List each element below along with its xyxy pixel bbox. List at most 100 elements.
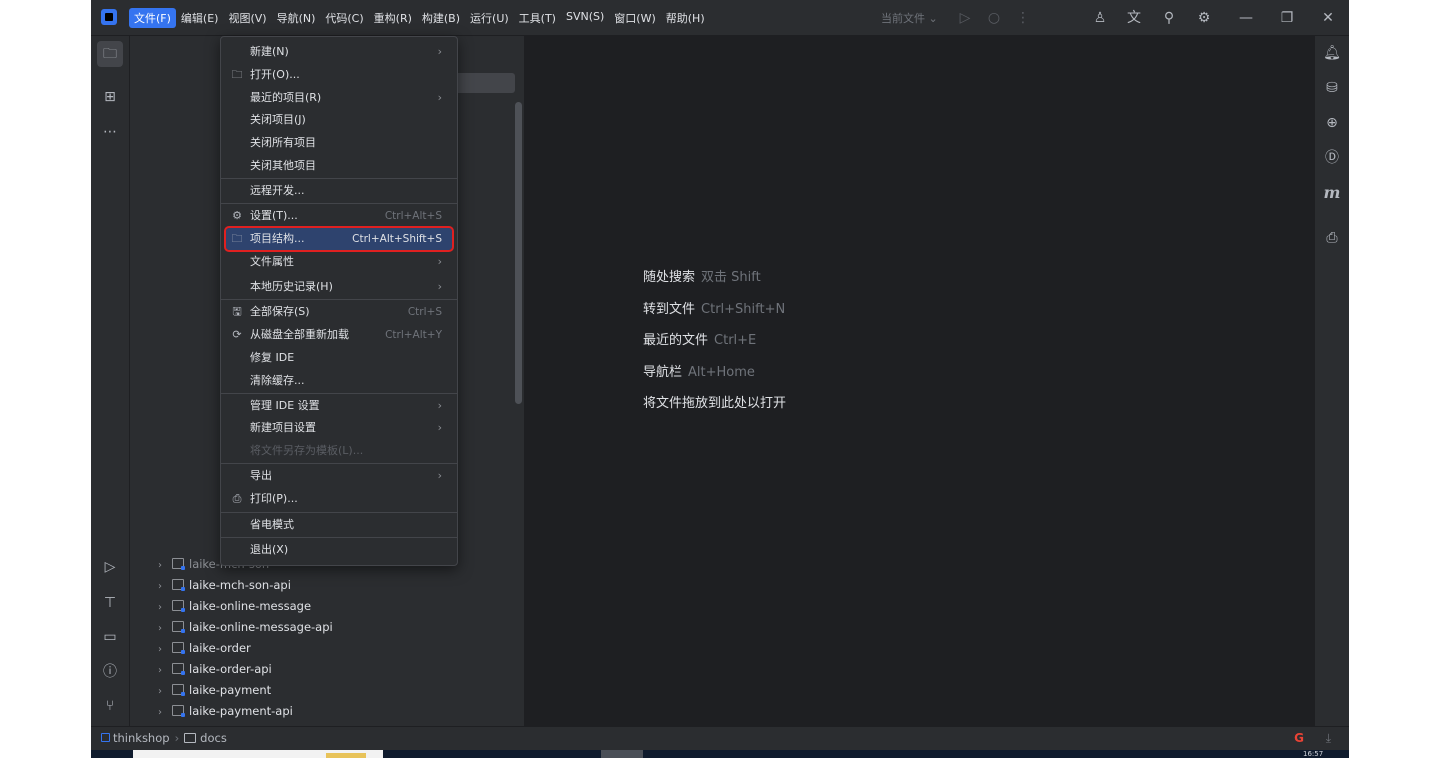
hint-shortcut: 双击 Shift — [701, 270, 761, 285]
file-menu-item[interactable]: 关闭项目(J) — [226, 109, 452, 131]
hint-label: 导航栏 — [643, 364, 683, 380]
more-icon[interactable]: ⋯ — [100, 122, 120, 142]
bookmark-icon[interactable]: ⎙ — [1323, 229, 1341, 247]
file-menu-item[interactable]: 导出 › — [226, 465, 452, 487]
file-menu-item[interactable]: 新建项目设置 › — [226, 417, 452, 439]
chevron-right-icon: › — [437, 45, 442, 58]
breadcrumb-folder[interactable]: docs — [200, 731, 227, 745]
run-icon[interactable]: ▷ — [956, 9, 974, 27]
tree-row[interactable]: › laike-online-message-api — [158, 617, 333, 637]
menu-item[interactable]: 构建(B) — [417, 8, 465, 28]
main-menu-bar: 文件(F) 编辑(E) 视图(V) 导航(N) 代码(C) 重构(R) 构建(B) 运行(U)… — [129, 8, 710, 28]
breadcrumb-project[interactable]: thinkshop — [113, 731, 170, 745]
file-menu-item[interactable]: 🗀 打开(O)... — [226, 64, 452, 86]
minimize-icon[interactable]: — — [1237, 9, 1255, 27]
file-menu-item[interactable]: 最近的项目(R) › — [226, 87, 452, 109]
download-icon[interactable]: ⤓ — [1326, 731, 1331, 746]
menu-item[interactable]: 代码(C) — [320, 8, 368, 28]
file-menu-item[interactable]: 新建(N) › — [226, 41, 452, 63]
file-menu-item[interactable]: ⚙ 设置(T)... Ctrl+Alt+S — [226, 205, 452, 227]
file-menu-item[interactable]: 远程开发... — [226, 180, 452, 202]
project-folder-icon[interactable]: 🗀 — [97, 41, 123, 67]
settings-gear-icon[interactable]: ⚙ — [1195, 9, 1213, 27]
translate-icon[interactable]: 文 — [1125, 9, 1143, 27]
file-menu-item[interactable]: 清除缓存... — [226, 370, 452, 392]
database-icon[interactable]: ⛁ — [1323, 79, 1341, 97]
file-menu-item[interactable]: ⟳ 从磁盘全部重新加载 Ctrl+Alt+Y — [226, 324, 452, 346]
tree-row[interactable]: › laike-payment — [158, 680, 271, 700]
intellij-logo-icon[interactable] — [101, 9, 117, 25]
taskbar-button[interactable] — [601, 750, 643, 758]
chevron-right-icon[interactable]: › — [158, 661, 172, 681]
file-menu-item[interactable]: 修复 IDE — [226, 347, 452, 369]
menu-item[interactable]: SVN(S) — [561, 8, 609, 28]
tree-row[interactable]: › laike-order — [158, 638, 251, 658]
menu-item[interactable]: 视图(V) — [223, 8, 271, 28]
file-menu-item[interactable]: 退出(X) — [226, 539, 452, 561]
file-menu-item[interactable]: 关闭其他项目 — [226, 155, 452, 177]
file-menu-item[interactable]: 本地历史记录(H) › — [226, 276, 452, 298]
tree-row[interactable]: › laike-online-message — [158, 596, 311, 616]
close-icon[interactable]: ✕ — [1319, 9, 1337, 27]
tree-row-label: laike-online-message — [189, 599, 312, 613]
menu-item[interactable]: 运行(U) — [465, 8, 514, 28]
restore-icon[interactable]: ❐ — [1278, 9, 1296, 27]
file-menu-item[interactable]: 管理 IDE 设置 › — [226, 395, 452, 417]
maven-icon[interactable]: m — [1323, 184, 1341, 202]
git-icon[interactable]: ⑂ — [100, 696, 120, 716]
menu-item-label: 最近的项目(R) — [250, 91, 322, 104]
menu-item-label: 远程开发... — [250, 184, 305, 197]
build-icon[interactable]: ⊤ — [100, 593, 120, 613]
file-menu-item: 将文件另存为模板(L)... — [226, 440, 452, 462]
file-menu-item[interactable]: ⎙ 打印(P)... — [226, 488, 452, 510]
tree-row[interactable]: › laike-payment-api — [158, 701, 293, 721]
menu-item-label: 从磁盘全部重新加载 — [250, 328, 349, 341]
web-icon[interactable]: ⊕ — [1323, 114, 1341, 132]
more-actions-icon[interactable]: ⋮ — [1014, 9, 1032, 27]
file-menu-item[interactable]: 🖫 全部保存(S) Ctrl+S — [226, 301, 452, 323]
right-tool-strip: 🔔︎ ⛁ ⊕ Ⓓ m ⎙ — [1314, 36, 1349, 726]
menu-item-label: 关闭项目(J) — [250, 113, 306, 126]
hint-shortcut: Alt+Home — [688, 364, 755, 380]
file-menu-item[interactable]: 关闭所有项目 — [226, 132, 452, 154]
run-config-selector[interactable]: 当前文件 ⌄ — [881, 10, 938, 26]
problems-icon[interactable]: ⓘ — [100, 662, 120, 682]
google-icon[interactable]: G — [1294, 731, 1304, 745]
menu-item-label: 文件属性 — [250, 255, 294, 268]
file-menu-item[interactable]: 文件属性 › — [226, 251, 452, 273]
chevron-right-icon[interactable]: › — [158, 703, 172, 723]
debug-icon[interactable]: ○ — [985, 9, 1003, 27]
menu-separator — [221, 537, 457, 538]
tree-row[interactable]: › laike-order-api — [158, 659, 272, 679]
menu-item[interactable]: 工具(T) — [514, 8, 561, 28]
run-tool-icon[interactable]: ▷ — [100, 557, 120, 577]
tree-row[interactable]: › laike-mch-son-api — [158, 575, 291, 595]
menu-item[interactable]: 帮助(H) — [661, 8, 710, 28]
chevron-right-icon[interactable]: › — [158, 598, 172, 618]
taskbar-app-icon[interactable] — [326, 753, 366, 758]
menu-item[interactable]: 导航(N) — [272, 8, 321, 28]
d-plugin-icon[interactable]: Ⓓ — [1323, 149, 1341, 167]
chevron-right-icon[interactable]: › — [158, 556, 172, 576]
chevron-right-icon[interactable]: › — [158, 640, 172, 660]
notifications-icon[interactable]: 🔔︎ — [1323, 44, 1341, 62]
search-icon[interactable]: ⚲ — [1160, 9, 1178, 27]
chevron-right-icon[interactable]: › — [158, 682, 172, 702]
add-user-icon[interactable]: ♙ — [1091, 9, 1109, 27]
menu-separator — [221, 463, 457, 464]
menu-item[interactable]: 重构(R) — [369, 8, 417, 28]
file-menu-item[interactable]: 🗀 项目结构... Ctrl+Alt+Shift+S — [224, 226, 454, 252]
terminal-icon[interactable]: ▭ — [100, 627, 120, 647]
editor-hint: 随处搜索 双击 Shift — [643, 266, 761, 285]
chevron-right-icon[interactable]: › — [158, 619, 172, 639]
hint-shortcut: Ctrl+E — [714, 333, 757, 348]
project-scrollbar[interactable] — [515, 102, 522, 404]
editor-hint: 转到文件 Ctrl+Shift+N — [643, 298, 785, 317]
menu-item[interactable]: 编辑(E) — [176, 8, 224, 28]
file-menu-item[interactable]: 省电模式 — [226, 514, 452, 536]
menu-item[interactable]: 窗口(W) — [609, 8, 660, 28]
menu-item[interactable]: 文件(F) — [129, 8, 176, 28]
chevron-right-icon: › — [437, 280, 442, 293]
structure-icon[interactable]: ⊞ — [100, 87, 120, 107]
chevron-right-icon[interactable]: › — [158, 577, 172, 597]
